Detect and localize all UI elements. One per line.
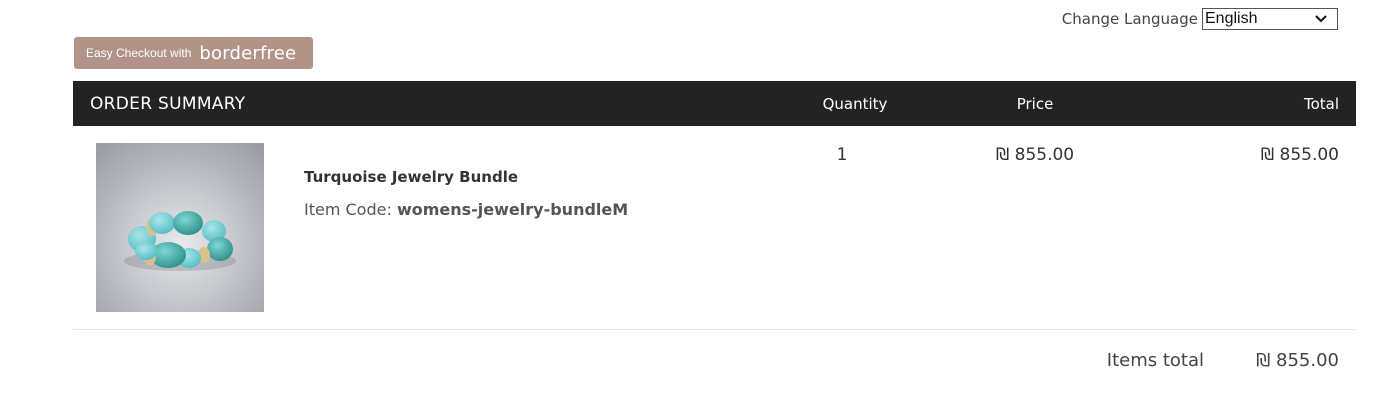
column-header-price: Price (1016, 94, 1054, 113)
product-name: Turquoise Jewelry Bundle (304, 168, 519, 186)
borderfree-logo: borderfree (199, 42, 297, 64)
language-selector-row: Change Language English (1062, 8, 1338, 30)
turquoise-bracelet-image (96, 143, 264, 312)
language-select[interactable]: English (1202, 8, 1338, 30)
item-code-value: womens-jewelry-bundleM (396, 200, 629, 219)
order-summary-header: ORDER SUMMARY Quantity Price Total (73, 81, 1356, 126)
item-price: ₪ 855.00 (995, 145, 1075, 165)
order-summary-title: ORDER SUMMARY (90, 93, 246, 114)
borderfree-checkout-button[interactable]: Easy Checkout with borderfree (74, 37, 313, 69)
product-code: Item Code: womens-jewelry-bundleM (304, 200, 628, 219)
product-image (96, 143, 264, 312)
column-header-total: Total (1303, 94, 1339, 113)
checkout-button-prefix: Easy Checkout with (86, 46, 192, 60)
column-header-quantity: Quantity (822, 94, 888, 113)
item-total: ₪ 855.00 (1260, 145, 1339, 165)
summary-divider (73, 329, 1356, 330)
chevron-down-icon (1315, 15, 1327, 23)
item-code-label: Item Code: (304, 200, 392, 219)
items-total-label: Items total (1106, 350, 1204, 371)
change-language-label: Change Language (1061, 10, 1198, 28)
item-quantity: 1 (836, 145, 848, 165)
language-selected-value: English (1205, 10, 1258, 27)
items-total-value: ₪ 855.00 (1256, 350, 1339, 371)
